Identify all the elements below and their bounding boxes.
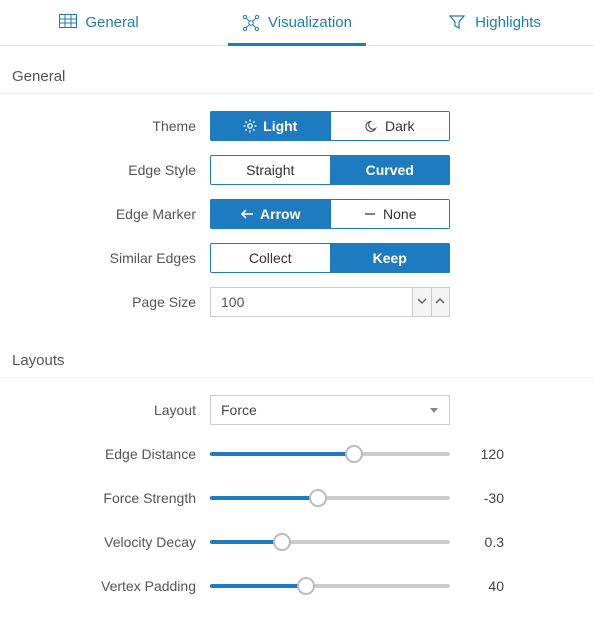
- force-strength-label: Force Strength: [10, 490, 210, 506]
- velocity-decay-value: 0.3: [474, 534, 524, 550]
- theme-dark-label: Dark: [385, 118, 415, 134]
- theme-segmented: Light Dark: [210, 111, 450, 141]
- velocity-decay-row: Velocity Decay 0.3: [10, 520, 584, 564]
- edge-distance-row: Edge Distance 120: [10, 432, 584, 476]
- edge-style-straight-label: Straight: [246, 162, 294, 178]
- tab-visualization[interactable]: Visualization: [198, 0, 396, 45]
- similar-edges-collect-label: Collect: [249, 250, 292, 266]
- general-form: Theme Light Dark Edge Style: [0, 94, 594, 330]
- filter-icon: [449, 14, 467, 32]
- section-header-layouts: Layouts: [0, 330, 594, 378]
- edge-distance-value: 120: [474, 446, 524, 462]
- vertex-padding-slider[interactable]: [210, 576, 450, 596]
- edge-style-curved-label: Curved: [366, 162, 414, 178]
- graph-icon: [242, 14, 260, 32]
- similar-edges-keep-button[interactable]: Keep: [331, 243, 451, 273]
- chevron-down-icon: [416, 294, 428, 310]
- edge-style-straight-button[interactable]: Straight: [210, 155, 331, 185]
- similar-edges-row: Similar Edges Collect Keep: [10, 236, 584, 280]
- vertex-padding-value: 40: [474, 578, 524, 594]
- layout-label: Layout: [10, 402, 210, 418]
- minus-icon: [363, 207, 377, 221]
- edge-marker-arrow-button[interactable]: Arrow: [210, 199, 331, 229]
- edge-style-segmented: Straight Curved: [210, 155, 450, 185]
- theme-light-label: Light: [263, 118, 297, 134]
- section-header-general: General: [0, 46, 594, 94]
- force-strength-slider[interactable]: [210, 488, 450, 508]
- edge-marker-arrow-label: Arrow: [260, 206, 300, 222]
- page-size-down-button[interactable]: [412, 288, 431, 316]
- slider-thumb[interactable]: [309, 489, 327, 507]
- page-size-label: Page Size: [10, 294, 210, 310]
- velocity-decay-label: Velocity Decay: [10, 534, 210, 550]
- layout-row: Layout Force: [10, 388, 584, 432]
- force-strength-value: -30: [474, 490, 524, 506]
- slider-thumb[interactable]: [273, 533, 291, 551]
- velocity-decay-slider[interactable]: [210, 532, 450, 552]
- layouts-form: Layout Force Edge Distance 120 Force Str…: [0, 378, 594, 614]
- tab-general[interactable]: General: [0, 0, 198, 45]
- edge-style-label: Edge Style: [10, 162, 210, 178]
- slider-thumb[interactable]: [297, 577, 315, 595]
- tab-highlights[interactable]: Highlights: [396, 0, 594, 45]
- similar-edges-keep-label: Keep: [373, 250, 407, 266]
- page-size-spinner: [210, 287, 450, 317]
- tab-general-label: General: [85, 14, 138, 31]
- edge-style-row: Edge Style Straight Curved: [10, 148, 584, 192]
- force-strength-row: Force Strength -30: [10, 476, 584, 520]
- caret-down-icon: [429, 402, 439, 418]
- vertex-padding-row: Vertex Padding 40: [10, 564, 584, 608]
- vertex-padding-label: Vertex Padding: [10, 578, 210, 594]
- chevron-up-icon: [434, 294, 446, 310]
- theme-light-button[interactable]: Light: [210, 111, 331, 141]
- page-size-up-button[interactable]: [431, 288, 450, 316]
- layout-select[interactable]: Force: [210, 395, 450, 425]
- similar-edges-collect-button[interactable]: Collect: [210, 243, 331, 273]
- theme-row: Theme Light Dark: [10, 104, 584, 148]
- edge-distance-label: Edge Distance: [10, 446, 210, 462]
- edge-marker-segmented: Arrow None: [210, 199, 450, 229]
- similar-edges-segmented: Collect Keep: [210, 243, 450, 273]
- layout-select-value: Force: [221, 402, 257, 418]
- table-icon: [59, 14, 77, 32]
- slider-thumb[interactable]: [345, 445, 363, 463]
- tab-bar: General Visualization Highlights: [0, 0, 594, 46]
- edge-marker-none-label: None: [383, 206, 416, 222]
- edge-distance-slider[interactable]: [210, 444, 450, 464]
- edge-marker-row: Edge Marker Arrow None: [10, 192, 584, 236]
- arrow-left-icon: [240, 207, 254, 221]
- similar-edges-label: Similar Edges: [10, 250, 210, 266]
- theme-label: Theme: [10, 118, 210, 134]
- edge-marker-label: Edge Marker: [10, 206, 210, 222]
- theme-dark-button[interactable]: Dark: [331, 111, 451, 141]
- page-size-row: Page Size: [10, 280, 584, 324]
- sun-icon: [243, 119, 257, 133]
- moon-icon: [365, 119, 379, 133]
- tab-highlights-label: Highlights: [475, 14, 541, 31]
- page-size-input[interactable]: [211, 288, 412, 316]
- edge-marker-none-button[interactable]: None: [331, 199, 451, 229]
- edge-style-curved-button[interactable]: Curved: [331, 155, 451, 185]
- tab-visualization-label: Visualization: [268, 14, 352, 31]
